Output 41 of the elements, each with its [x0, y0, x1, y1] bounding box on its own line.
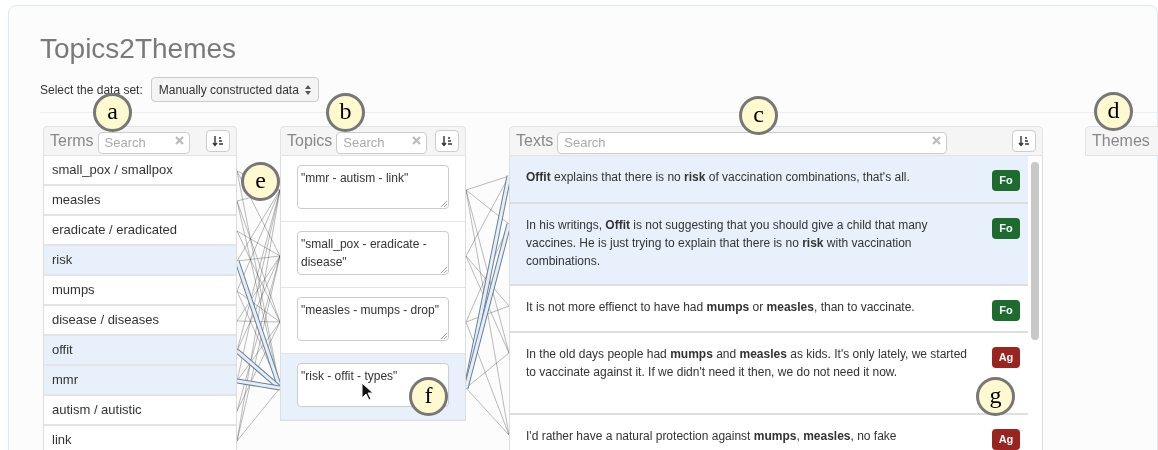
term-item[interactable]: mmr [44, 366, 236, 396]
topic-field[interactable]: "small_pox - eradicate - disease" [297, 231, 449, 275]
app-title: Topics2Themes [40, 32, 238, 66]
topic-field[interactable]: "measles - mumps - drop" [297, 297, 449, 341]
panel-title: Themes [1092, 131, 1150, 151]
stance-tag: Ag [992, 347, 1020, 368]
text-item[interactable]: In his writings, Offit is not suggesting that you should give a child that many vaccines. He is just trying to explain that there is no risk with vaccination combinations. Fo [510, 204, 1028, 286]
stance-tag: Ag [992, 429, 1020, 450]
sort-icon [212, 135, 224, 147]
panel-title: Topics [287, 131, 333, 151]
sort-icon [441, 135, 453, 147]
panel-title: Terms [50, 131, 94, 151]
cursor-icon [361, 382, 375, 402]
search-field[interactable]: Search [97, 131, 190, 154]
text-snippet: Offit explains that there is no risk of vaccination combinations, that's all. [526, 169, 911, 186]
term-item[interactable]: risk [44, 246, 236, 276]
stance-tag: Fo [992, 170, 1020, 191]
dataset-select[interactable]: Manually constructed data [150, 77, 319, 102]
resize-grip-icon[interactable] [440, 200, 447, 207]
clear-icon[interactable] [932, 136, 942, 145]
clear-icon[interactable] [174, 136, 184, 145]
search-field[interactable]: Search [336, 131, 427, 154]
text-snippet: I'd rather have a natural protection against mumps, measles, no fake [526, 428, 898, 445]
text-snippet: In the old days people had mumps and measles as kids. It's only lately, we started to vaccinate against it. If we didn't need it then, we do not need it now. [526, 346, 969, 381]
resize-grip-icon[interactable] [440, 266, 447, 273]
sort-button[interactable] [1012, 130, 1036, 152]
stance-tag: Fo [992, 218, 1020, 239]
select-arrows-icon [304, 84, 311, 95]
text-snippet: In his writings, Offit is not suggesting that you should give a child that many vaccines. He is just trying to explain that there is no risk with vaccination combinations. [526, 217, 929, 270]
topic-field[interactable]: "mmr - autism - link" [297, 165, 449, 209]
resize-grip-icon[interactable] [440, 332, 447, 339]
term-item[interactable]: offit [44, 336, 236, 366]
search-field[interactable]: Search [557, 131, 948, 154]
text-snippet: It is not more effienct to have had mumps or measles, than to vaccinate. [526, 299, 916, 316]
stance-tag: Fo [992, 300, 1020, 321]
clear-icon[interactable] [412, 136, 421, 145]
panel-title: Texts [516, 131, 554, 151]
text-item[interactable]: Offit explains that there is no risk of vaccination combinations, that's all. Fo [510, 156, 1028, 204]
sort-icon [1018, 135, 1030, 147]
sort-button[interactable] [435, 130, 459, 152]
sort-button[interactable] [206, 130, 230, 152]
